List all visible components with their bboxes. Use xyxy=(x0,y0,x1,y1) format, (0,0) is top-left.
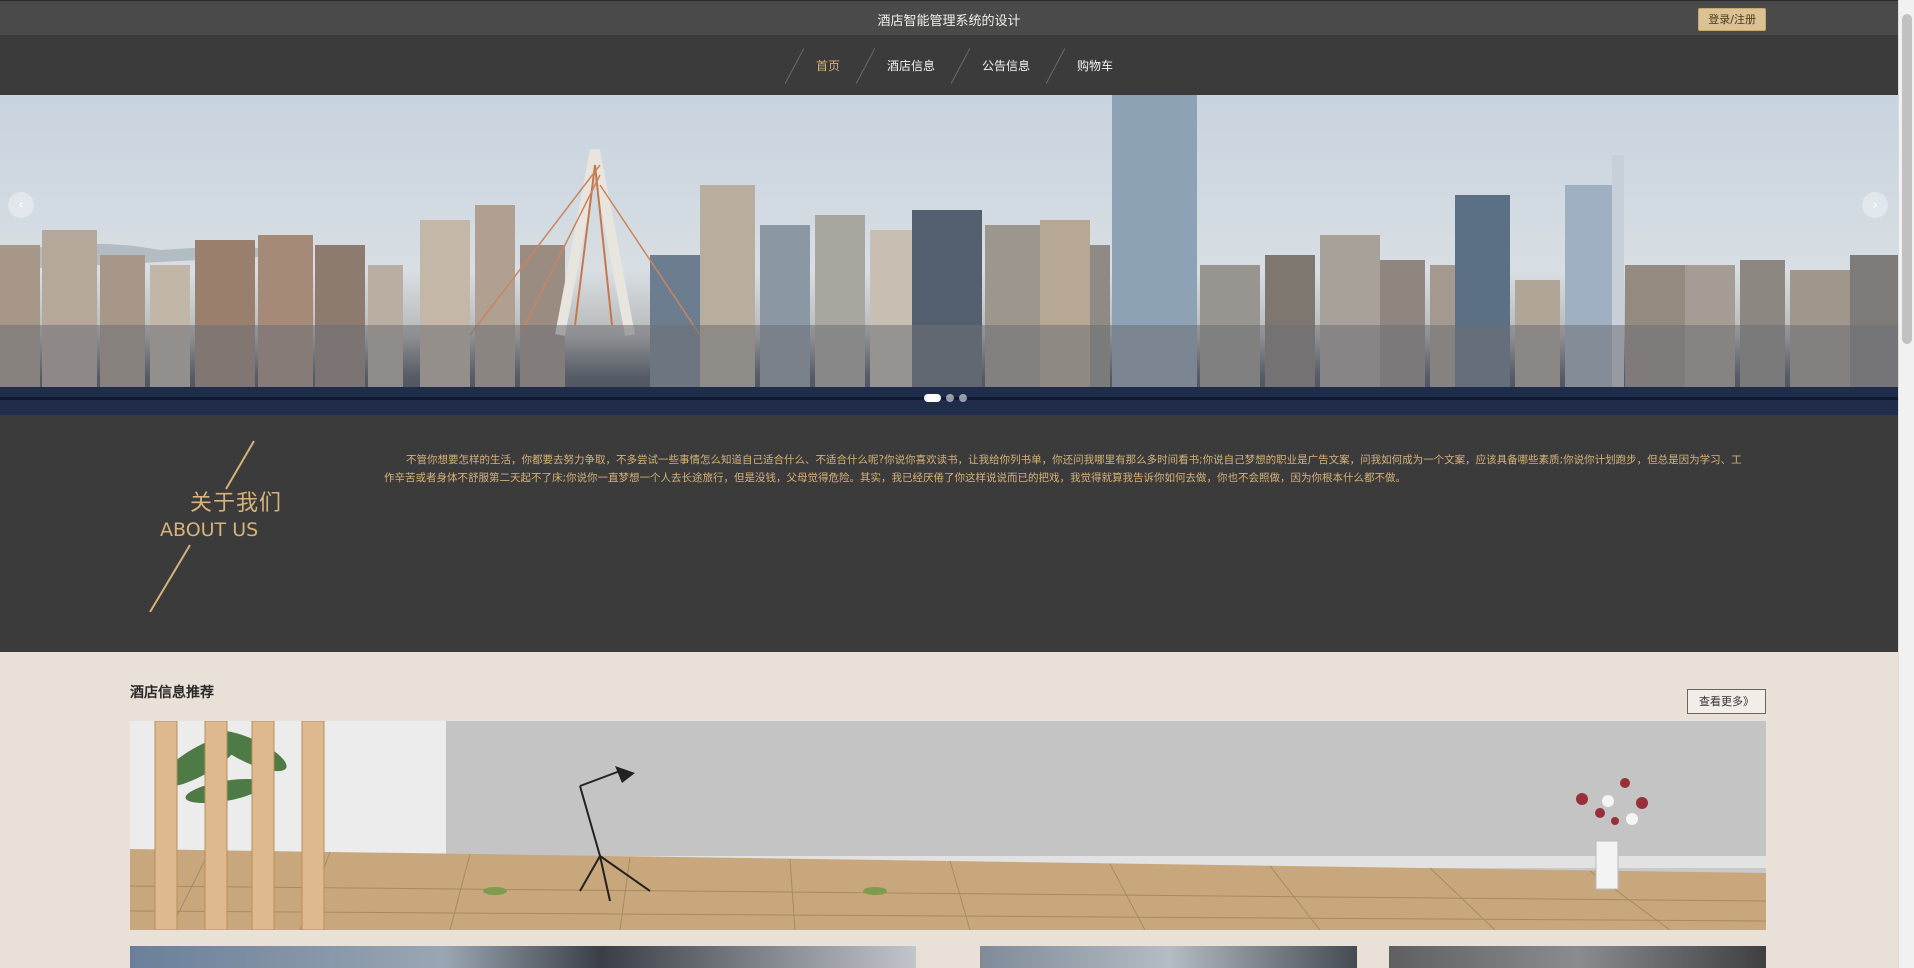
top-bar: 酒店智能管理系统的设计 登录/注册 xyxy=(0,0,1898,36)
section-title: 酒店信息推荐 xyxy=(130,685,214,701)
page: 酒店智能管理系统的设计 登录/注册 首页 酒店信息 公告信息 购物车 ‹ › 关… xyxy=(0,0,1914,968)
login-register-button[interactable]: 登录/注册 xyxy=(1698,8,1766,31)
carousel-dot[interactable] xyxy=(946,394,954,402)
site-title: 酒店智能管理系统的设计 xyxy=(877,14,1021,29)
featured-hotel-image[interactable] xyxy=(130,721,1766,930)
city-skyline-image xyxy=(0,95,1898,415)
nav-item-announcements[interactable]: 公告信息 xyxy=(956,36,1051,95)
carousel-dot[interactable] xyxy=(959,394,967,402)
hotel-thumbnail[interactable] xyxy=(130,946,916,968)
carousel-prev-button[interactable]: ‹ xyxy=(8,192,34,218)
hotel-thumbnail[interactable] xyxy=(980,946,1357,968)
carousel-next-button[interactable]: › xyxy=(1862,192,1888,218)
about-body: 不管你想要怎样的生活，你都要去努力争取，不多尝试一些事情怎么知道自己适合什么、不… xyxy=(384,454,1742,484)
scrollbar-thumb[interactable] xyxy=(1902,14,1912,344)
banner-carousel: ‹ › xyxy=(0,95,1898,415)
nav-item-hotel-info[interactable]: 酒店信息 xyxy=(861,36,956,95)
about-section: 关于我们 ABOUT US 不管你想要怎样的生活，你都要去努力争取，不多尝试一些… xyxy=(0,415,1898,652)
carousel-dot[interactable] xyxy=(924,394,941,402)
page-scrollbar[interactable] xyxy=(1898,0,1914,968)
view-more-button[interactable]: 查看更多》 xyxy=(1687,689,1766,714)
nav-item-cart[interactable]: 购物车 xyxy=(1051,36,1134,95)
hotel-room-image xyxy=(130,721,1766,930)
carousel-indicators xyxy=(924,394,967,402)
about-title: 关于我们 xyxy=(190,491,283,516)
main-nav: 首页 酒店信息 公告信息 购物车 xyxy=(0,36,1898,95)
nav-item-home[interactable]: 首页 xyxy=(790,36,861,95)
hotel-thumbnail[interactable] xyxy=(1389,946,1766,968)
about-subtitle: ABOUT US xyxy=(160,519,259,541)
